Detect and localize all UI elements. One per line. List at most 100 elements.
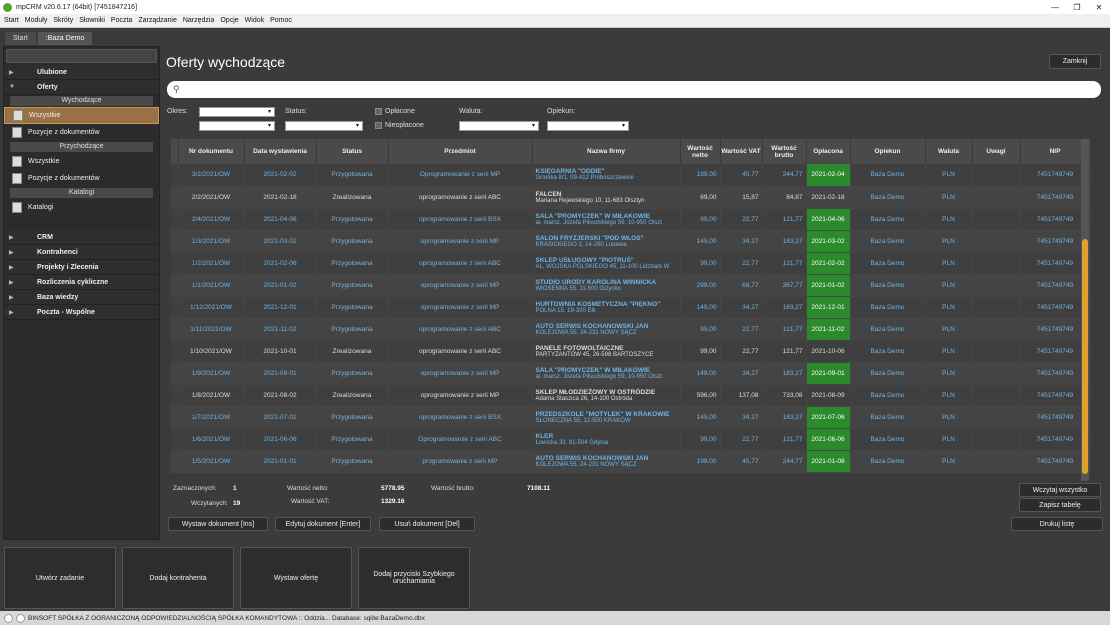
table-header-opiekun[interactable]: Opiekun <box>850 139 926 164</box>
cell-przedmiot: oprogramowanie z serii BSX <box>388 406 533 429</box>
menu-widok[interactable]: Widok <box>245 17 264 24</box>
create-offer-button[interactable]: Wystaw ofertę <box>240 547 352 609</box>
create-task-button[interactable]: Utwórz zadanie <box>4 547 116 609</box>
menu-slowniki[interactable]: Słowniki <box>79 17 105 24</box>
table-row[interactable]: 2/2/2021/OW 2021-02-18 Zrealizowana oprogra… <box>171 186 1091 209</box>
sidebar-group-kontrahenci[interactable]: ▶ Kontrahenci <box>4 245 159 260</box>
filter-opiekun-select[interactable]: ▾ <box>547 121 629 131</box>
table-header-nr[interactable]: Nr dokumentu <box>178 139 245 164</box>
sidebar-group-rozliczenia[interactable]: ▶ Rozliczenia cykliczne <box>4 275 159 290</box>
menu-moduly[interactable]: Moduły <box>25 17 48 24</box>
table-header-vat[interactable]: Wartość VAT <box>720 139 763 164</box>
edit-document-button[interactable]: Edytuj dokument [Enter] <box>275 517 371 531</box>
cell-opiekun: Baza Demo <box>850 384 926 407</box>
table-row[interactable]: 1/7/2021/OW 2021-07-01 Przygotowana oprogra… <box>171 406 1091 429</box>
table-header-status[interactable]: Status <box>316 139 389 164</box>
table-header-netto[interactable]: Wartość netto <box>680 139 721 164</box>
cell-przedmiot: oprogramowanie z serii MP <box>388 274 533 297</box>
table-row[interactable]: 1/3/2021/OW 2021-03-02 Przygotowana oprogra… <box>171 230 1091 253</box>
table-row[interactable]: 1/5/2021/OW 2021-01-01 Przygotowana program… <box>171 450 1091 473</box>
table-header-data[interactable]: Data wystawienia <box>244 139 317 164</box>
collapse-arrow-icon: ▼ <box>9 84 15 90</box>
menu-poczta[interactable]: Poczta <box>111 17 132 24</box>
menu-start[interactable]: Start <box>4 17 19 24</box>
cell-data: 2021-03-02 <box>244 230 317 253</box>
sidebar-group-baza-wiedzy[interactable]: ▶ Baza wiedzy <box>4 290 159 305</box>
table-row[interactable]: 3/2/2021/OW 2021-02-02 Przygotowana Oprogra… <box>171 164 1091 187</box>
filter-okres-from-select[interactable]: ▾ <box>199 107 275 117</box>
sidebar-item-pozycje-wychodzace[interactable]: Pozycje z dokumentów <box>4 124 159 141</box>
status-bar: BINSOFT SPÓŁKA Z OGRANICZONĄ ODPOWIEDZIA… <box>0 611 1110 625</box>
sidebar-item-wszystkie-wychodzace[interactable]: Wszystkie <box>4 107 159 124</box>
menu-zarzadzanie[interactable]: Zarządzanie <box>138 17 177 24</box>
cell-opiekun: Baza Demo <box>850 164 926 187</box>
table-row[interactable]: 1/11/2021/OW 2021-11-02 Przygotowana oprogr… <box>171 318 1091 341</box>
table-row[interactable]: 1/1/2021/OW 2021-01-02 Przygotowana oprogra… <box>171 274 1091 297</box>
maximize-icon[interactable]: ❐ <box>1066 3 1088 12</box>
sidebar-item-wszystkie-przychodzace[interactable]: Wszystkie <box>4 153 159 170</box>
menu-narzedzia[interactable]: Narzędzia <box>183 17 215 24</box>
sidebar-group-crm[interactable]: ▶ CRM <box>4 230 159 245</box>
table-header-uwagi[interactable]: Uwagi <box>972 139 1021 164</box>
add-contractor-button[interactable]: Dodaj kontrahenta <box>122 547 234 609</box>
cell-nip: 7451749749 <box>1020 186 1091 209</box>
load-all-button[interactable]: Wczytaj wszystko <box>1019 483 1101 497</box>
table-header-nip[interactable]: NIP <box>1020 139 1091 164</box>
row-marker <box>171 384 179 407</box>
filter-okres-to-select[interactable]: ▾ <box>199 121 275 131</box>
summary-netto-label: Wartość netto: <box>287 485 329 492</box>
cell-oplacona: 2021-12-01 <box>806 296 851 319</box>
filter-waluta-select[interactable]: ▾ <box>459 121 539 131</box>
table-scrollbar[interactable] <box>1081 139 1089 481</box>
add-quick-buttons-button[interactable]: Dodaj przyciski Szybkiego uruchamiania <box>358 547 470 609</box>
add-document-button[interactable]: Wystaw dokument [Ins] <box>168 517 268 531</box>
table-row[interactable]: 2/4/2021/OW 2021-04-06 Przygotowana oprogra… <box>171 208 1091 231</box>
sidebar-section-przychodzace: Przychodzące <box>10 142 153 152</box>
summary-zaznaczonych-label: Zaznaczonych: <box>173 485 217 492</box>
cell-przedmiot: oprogramowanie z serii MP <box>388 230 533 253</box>
table-header-waluta[interactable]: Waluta <box>925 139 973 164</box>
cell-vat: 34,27 <box>720 362 763 385</box>
print-list-button[interactable]: Drukuj listę <box>1011 517 1103 531</box>
save-table-button[interactable]: Zapisz tabelę <box>1019 498 1101 512</box>
table-row[interactable]: 1/6/2021/OW 2021-06-06 Przygotowana Oprogra… <box>171 428 1091 451</box>
tab-baza-demo[interactable]: :Baza Demo <box>37 32 93 45</box>
table-row[interactable]: 1/10/2021/OW 2021-10-01 Zrealizowana oprogr… <box>171 340 1091 363</box>
sidebar-item-katalogi[interactable]: Katalogi <box>4 199 159 216</box>
table-header-firma[interactable]: Nazwa firmy <box>532 139 681 164</box>
table-header-oplacona[interactable]: Opłacona <box>806 139 851 164</box>
table-row[interactable]: 1/12/2021/OW 2021-12-01 Przygotowana oprogr… <box>171 296 1091 319</box>
scrollbar-thumb[interactable] <box>1082 239 1088 474</box>
sidebar-group-ulubione[interactable]: ▶ Ulubione <box>4 65 159 80</box>
company-name: PANELE FOTOWOLTAICZNE <box>535 344 624 352</box>
filter-oplacone-checkbox[interactable] <box>375 108 382 115</box>
cell-oplacona: 2021-04-06 <box>806 208 851 231</box>
minimize-icon[interactable]: — <box>1044 3 1066 12</box>
sidebar-group-projekty[interactable]: ▶ Projekty i Zlecenia <box>4 260 159 275</box>
offers-table: Nr dokumentu Data wystawienia Status Prz… <box>171 139 1099 481</box>
table-row[interactable]: 1/8/2021/OW 2021-08-02 Zrealizowana oprogra… <box>171 384 1091 407</box>
cell-nip: 7451749749 <box>1020 450 1091 473</box>
sidebar-group-oferty[interactable]: ▼ Oferty <box>4 80 159 95</box>
table-header-przedmiot[interactable]: Przedmiot <box>388 139 533 164</box>
table-row[interactable]: 1/2/2021/OW 2021-02-06 Przygotowana oprogra… <box>171 252 1091 275</box>
sidebar-group-poczta[interactable]: ▶ Poczta - Wspólne <box>4 305 159 320</box>
delete-document-button[interactable]: Usuń dokument [Del] <box>379 517 475 531</box>
tab-start[interactable]: Start <box>5 32 36 45</box>
expand-arrow-icon: ▶ <box>9 69 14 76</box>
cell-nr: 3/2/2021/OW <box>178 164 245 187</box>
cell-firma: KLER Łowicka 33, 81-504 Gdynia <box>532 428 681 451</box>
filter-nieoplacone-checkbox[interactable] <box>375 122 382 129</box>
menu-pomoc[interactable]: Pomoc <box>270 17 292 24</box>
filter-status-select[interactable]: ▾ <box>285 121 363 131</box>
table-header-brutto[interactable]: Wartość brutto <box>762 139 807 164</box>
sidebar-search-input[interactable] <box>6 49 157 63</box>
menu-opcje[interactable]: Opcje <box>220 17 238 24</box>
row-marker <box>171 208 179 231</box>
close-icon[interactable]: ✕ <box>1088 3 1110 12</box>
search-input[interactable]: ⚲ <box>167 81 1101 98</box>
menu-skroty[interactable]: Skróty <box>53 17 73 24</box>
table-row[interactable]: 1/9/2021/OW 2021-09-01 Przygotowana oprogra… <box>171 362 1091 385</box>
close-button[interactable]: Zamknij <box>1049 54 1101 69</box>
sidebar-item-pozycje-przychodzace[interactable]: Pozycje z dokumentów <box>4 170 159 187</box>
